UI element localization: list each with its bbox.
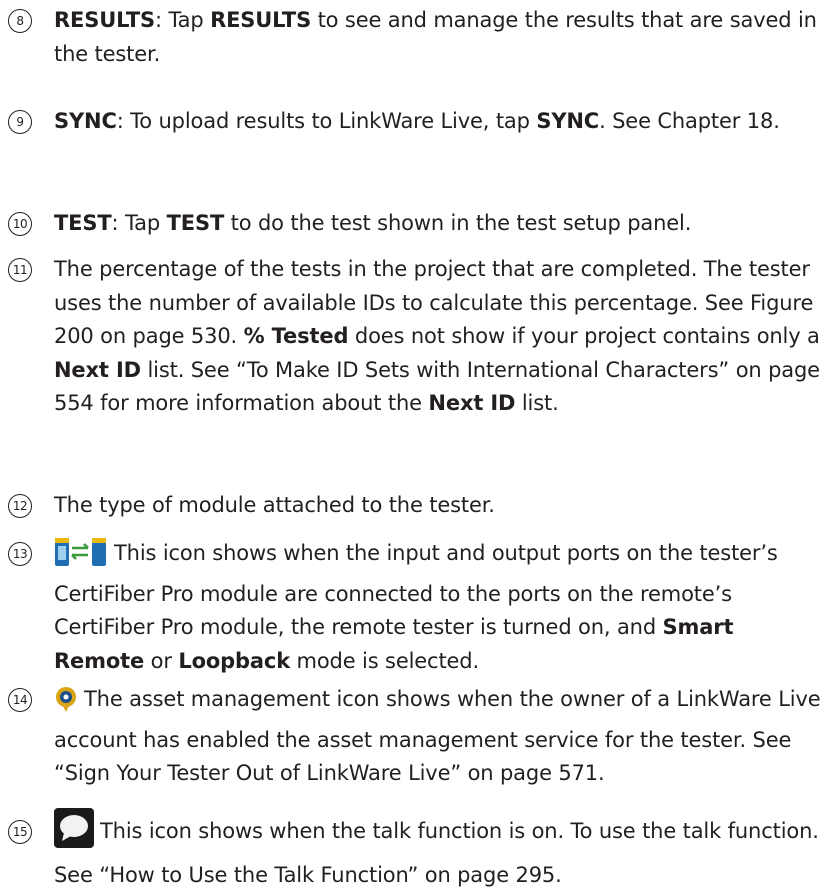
manual-page: 8 RESULTS: Tap RESULTS to see and manage… — [0, 0, 831, 887]
item-number: 8 — [8, 9, 32, 33]
item-text: This icon shows when the input and outpu… — [54, 537, 830, 678]
item-number: 13 — [8, 542, 32, 566]
item-text: RESULTS: Tap RESULTS to see and manage t… — [54, 4, 830, 71]
text-run: : Tap — [111, 211, 167, 235]
text-run: mode is selected. — [290, 648, 480, 673]
text-run: or — [144, 648, 179, 673]
item-text: The type of module attached to the teste… — [54, 489, 830, 523]
item-number: 11 — [8, 258, 32, 282]
term: Loopback — [178, 648, 291, 673]
text-run: The asset management icon shows when the… — [54, 687, 821, 785]
item-number: 9 — [8, 110, 32, 134]
term: RESULTS — [210, 8, 312, 32]
term: SYNC — [536, 109, 600, 133]
text-run: This icon shows when the talk function i… — [54, 819, 819, 887]
remote-connected-icon — [54, 537, 108, 578]
text-run: The type of module attached to the teste… — [54, 493, 495, 517]
text-run: . See Chapter 18. — [599, 109, 780, 133]
term: % Tested — [243, 324, 349, 348]
term: TEST — [166, 211, 225, 235]
item-text: The percentage of the tests in the proje… — [54, 253, 830, 421]
term: Next ID — [428, 391, 516, 415]
item-number: 10 — [8, 212, 32, 236]
text-run: : Tap — [155, 8, 211, 32]
text-run: does not show if your project contains o… — [348, 324, 820, 348]
term: TEST — [54, 211, 112, 235]
asset-management-icon — [54, 685, 78, 724]
text-run: list. — [515, 391, 559, 415]
item-text: The asset management icon shows when the… — [54, 683, 830, 791]
talk-icon — [54, 808, 94, 859]
term: Next ID — [54, 357, 141, 382]
item-number: 15 — [8, 820, 32, 844]
term: RESULTS — [54, 8, 155, 32]
item-text: TEST: Tap TEST to do the test shown in t… — [54, 207, 830, 241]
text-run: to do the test shown in the test setup p… — [224, 211, 692, 235]
term: SYNC — [54, 109, 117, 133]
text-run: : To upload results to LinkWare Live, ta… — [116, 109, 537, 133]
item-number: 14 — [8, 688, 32, 712]
item-number: 12 — [8, 494, 32, 518]
item-text: This icon shows when the talk function i… — [54, 808, 830, 892]
item-text: SYNC: To upload results to LinkWare Live… — [54, 105, 830, 139]
